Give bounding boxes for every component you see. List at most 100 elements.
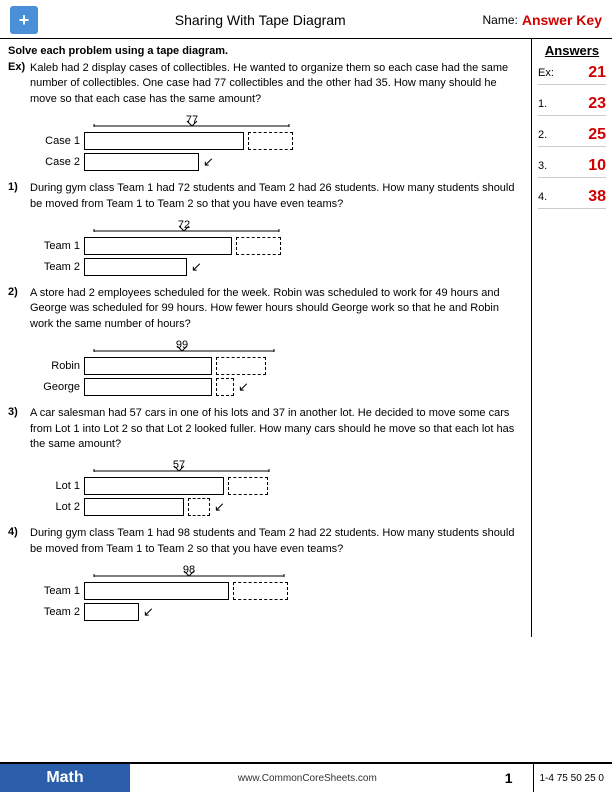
problem-1-header: 1) During gym class Team 1 had 72 studen… [8,181,523,212]
answer-row-4: 4. 38 [538,188,606,209]
answer-row-2: 2. 25 [538,126,606,147]
example-arrow: ↙ [203,154,214,170]
page-footer: Math www.CommonCoreSheets.com 1 1-4 75 5… [0,762,612,792]
problem-3-bar-dashed-2 [188,498,210,516]
content-area: Solve each problem using a tape diagram.… [0,39,532,637]
answer-label-ex: Ex: [538,67,554,79]
problem-3-bar-solid-1 [84,477,224,495]
answer-value-2: 25 [588,126,606,144]
footer-page: 1 [485,764,533,792]
problem-3-diagram: 57 Lot 1 Lot 2 ↙ [38,456,523,516]
answers-panel: Answers Ex: 21 1. 23 2. 25 3. 10 4. 38 [532,39,612,637]
instructions: Solve each problem using a tape diagram. [8,45,523,57]
answer-row-ex: Ex: 21 [538,64,606,85]
problem-2-header: 2) A store had 2 employees scheduled for… [8,286,523,332]
problem-1-row-1: Team 1 [38,237,523,255]
answer-label-3: 3. [538,160,547,172]
problem-1-brace: 72 [38,216,523,237]
problem-2-bar-solid-1 [84,357,212,375]
answer-label-2: 2. [538,129,547,141]
problem-3-text: A car salesman had 57 cars in one of his… [30,406,523,452]
answer-value-3: 10 [588,157,606,175]
problem-2-row-2: George ↙ [38,378,523,396]
example-text: Kaleb had 2 display cases of collectible… [30,61,523,107]
problem-2-brace: 99 [38,336,523,357]
problem-2-diagram: 99 Robin George ↙ [38,336,523,396]
problem-4-block: 4) During gym class Team 1 had 98 studen… [8,526,523,621]
answer-value-ex: 21 [588,64,606,82]
problem-3-brace-svg: 57 [84,456,294,474]
page-header: + Sharing With Tape Diagram Name: Answer… [0,0,612,39]
example-brace-svg: 77 [84,111,314,129]
footer-subject: Math [0,764,130,792]
main-container: Solve each problem using a tape diagram.… [0,39,612,637]
problem-4-brace: 98 [38,561,523,582]
problem-3-num: 3) [8,406,26,452]
problem-2-num: 2) [8,286,26,332]
name-label: Name: [483,13,518,27]
problem-1-row-2: Team 2 ↙ [38,258,523,276]
problem-2-arrow: ↙ [238,379,249,395]
problem-2-bar-solid-2 [84,378,212,396]
problem-4-header: 4) During gym class Team 1 had 98 studen… [8,526,523,557]
problem-2-bar-dashed-1 [216,357,266,375]
problem-4-label-1: Team 1 [38,585,80,597]
answer-label-4: 4. [538,191,547,203]
answers-title: Answers [538,43,606,58]
problem-3-bar-solid-2 [84,498,184,516]
problem-1-label-2: Team 2 [38,261,80,273]
logo-icon: + [10,6,38,34]
problem-1-bar-dashed-1 [236,237,281,255]
problem-1-diagram: 72 Team 1 Team 2 ↙ [38,216,523,276]
problem-4-arrow: ↙ [143,604,154,620]
problem-2-text: A store had 2 employees scheduled for th… [30,286,523,332]
example-label-2: Case 2 [38,156,80,168]
footer-stats: 1-4 75 50 25 0 [533,764,612,792]
example-row-1: Case 1 [38,132,523,150]
page-title: Sharing With Tape Diagram [38,12,483,28]
problem-4-bar-solid-1 [84,582,229,600]
problem-4-num: 4) [8,526,26,557]
problem-4-text: During gym class Team 1 had 98 students … [30,526,523,557]
problem-1-brace-svg: 72 [84,216,304,234]
problem-4-bar-solid-2 [84,603,139,621]
answer-label-1: 1. [538,98,547,110]
svg-text:99: 99 [176,339,188,351]
problem-1-bar-solid-2 [84,258,187,276]
svg-text:98: 98 [183,564,195,576]
problem-3-row-2: Lot 2 ↙ [38,498,523,516]
problem-4-row-2: Team 2 ↙ [38,603,523,621]
problem-3-label-2: Lot 2 [38,501,80,513]
problem-3-arrow: ↙ [214,499,225,515]
problem-4-row-1: Team 1 [38,582,523,600]
answer-key-label: Answer Key [522,12,602,28]
problem-3-header: 3) A car salesman had 57 cars in one of … [8,406,523,452]
problem-1-arrow: ↙ [191,259,202,275]
problem-2-brace-svg: 99 [84,336,299,354]
problem-1-num: 1) [8,181,26,212]
problem-2-block: 2) A store had 2 employees scheduled for… [8,286,523,396]
problem-4-label-2: Team 2 [38,606,80,618]
example-bar-solid-1 [84,132,244,150]
problem-2-row-1: Robin [38,357,523,375]
example-diagram: 77 Case 1 Case 2 ↙ [38,111,523,171]
problem-1-text: During gym class Team 1 had 72 students … [30,181,523,212]
example-row-2: Case 2 ↙ [38,153,523,171]
problem-1-bar-solid-1 [84,237,232,255]
problem-3-label-1: Lot 1 [38,480,80,492]
problem-3-row-1: Lot 1 [38,477,523,495]
svg-text:72: 72 [178,219,190,231]
problem-3-bar-dashed-1 [228,477,268,495]
problem-3-brace: 57 [38,456,523,477]
svg-text:57: 57 [173,459,185,471]
problem-3-block: 3) A car salesman had 57 cars in one of … [8,406,523,516]
answer-value-1: 23 [588,95,606,113]
svg-text:77: 77 [186,114,198,126]
footer-website: www.CommonCoreSheets.com [130,764,485,792]
example-header: Ex) Kaleb had 2 display cases of collect… [8,61,523,107]
example-label-1: Case 1 [38,135,80,147]
example-brace: 77 [38,111,523,132]
problem-1-block: 1) During gym class Team 1 had 72 studen… [8,181,523,276]
example-bar-solid-2 [84,153,199,171]
answer-row-3: 3. 10 [538,157,606,178]
